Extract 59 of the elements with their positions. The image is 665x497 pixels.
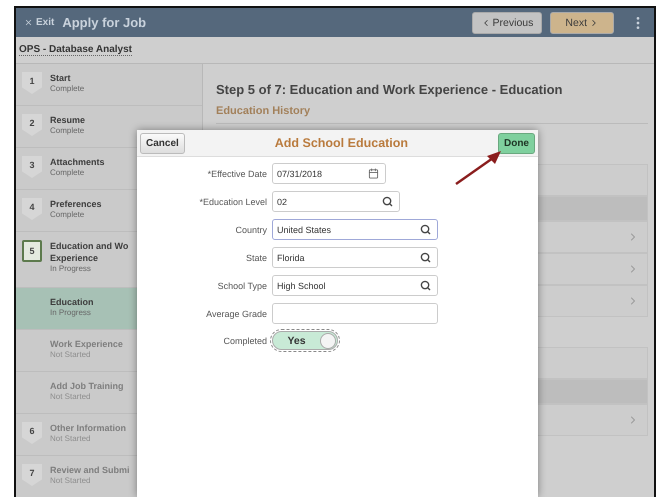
step-title: Experience <box>50 252 100 264</box>
previous-button[interactable]: Previous <box>472 12 542 34</box>
dialog-title: Add School Education <box>274 136 408 150</box>
cancel-button[interactable]: Cancel <box>140 132 185 154</box>
step-heading: Step 5 of 7: Education and Work Experience - Education <box>216 82 564 97</box>
job-title: OPS - Database Analyst <box>19 44 132 56</box>
pointer-arrow <box>453 148 503 188</box>
step-title: Preferences <box>50 198 102 210</box>
step-number: 1 <box>22 72 42 94</box>
input-field[interactable]: Florida <box>272 247 438 268</box>
field-label: State <box>244 252 267 262</box>
next-button[interactable]: Next <box>550 12 614 34</box>
step-item[interactable]: 1 Start Complete <box>16 64 202 106</box>
calendar-icon[interactable] <box>368 168 379 179</box>
field-label: Average Grade <box>205 308 267 318</box>
step-status: Complete <box>50 126 86 135</box>
step-title: Resume <box>50 114 86 126</box>
search-icon[interactable] <box>420 252 431 263</box>
step-title: Add Job Training <box>50 380 124 392</box>
input-field[interactable]: High School <box>272 275 438 296</box>
step-title: Work Experience <box>50 338 123 350</box>
step-number: 5 <box>22 240 42 262</box>
section-heading: Education History <box>216 105 648 124</box>
step-status: Complete <box>50 210 86 219</box>
toggle-switch[interactable]: Yes <box>272 331 338 350</box>
step-status: Not Started <box>50 476 92 485</box>
input-field[interactable]: 02 <box>272 191 400 212</box>
step-number: 4 <box>22 198 42 220</box>
step-title: Attachments <box>50 156 105 168</box>
step-title: Review and Submi <box>50 464 130 476</box>
input-field[interactable]: United States <box>272 219 438 240</box>
done-button[interactable]: Done <box>498 132 535 154</box>
field-label: Completed <box>222 336 267 346</box>
input-field[interactable]: 07/31/2018 <box>272 163 386 184</box>
step-number: 6 <box>22 422 42 444</box>
step-status: In Progress <box>50 264 92 273</box>
step-status: Complete <box>50 168 86 177</box>
step-status: Not Started <box>50 392 92 401</box>
step-status: In Progress <box>50 308 92 317</box>
field-label: Country <box>234 224 267 234</box>
input-field[interactable] <box>272 303 438 324</box>
search-icon[interactable] <box>420 280 431 291</box>
exit-button[interactable]: Exit <box>24 17 54 28</box>
search-icon[interactable] <box>420 224 431 235</box>
step-title: Start <box>50 72 72 84</box>
step-status: Complete <box>50 84 84 93</box>
step-number: 7 <box>22 464 42 486</box>
field-label: *Effective Date <box>206 168 267 178</box>
search-icon[interactable] <box>382 196 393 207</box>
step-title: Education and Wo <box>50 240 128 252</box>
step-number: 2 <box>22 114 42 136</box>
step-title: Education <box>50 296 94 308</box>
step-title: Other Information <box>50 422 126 434</box>
step-status: Not Started <box>50 434 92 443</box>
field-label: School Type <box>216 280 267 290</box>
step-status: Not Started <box>50 350 92 359</box>
close-icon <box>24 18 33 27</box>
page-title: Apply for Job <box>62 15 148 30</box>
step-number: 3 <box>22 156 42 178</box>
